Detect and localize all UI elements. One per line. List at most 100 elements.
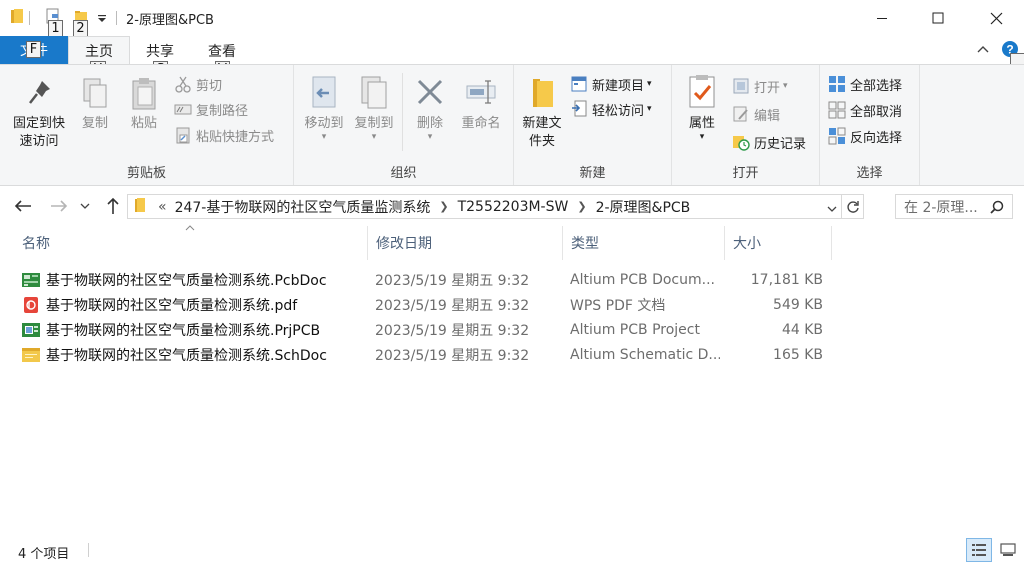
copy-to-button[interactable]: 复制到 ▾ [350,73,398,142]
column-header-size[interactable]: 大小 [725,226,832,260]
copy-button[interactable]: 复制 [74,73,116,133]
file-row[interactable]: 基于物联网的社区空气质量检测系统.PcbDoc 2023/5/19 星期五 9:… [0,267,1024,292]
search-icon[interactable] [990,200,1004,218]
divider [29,11,30,25]
title-bar: 1 2 2-原理图&PCB [0,0,1024,37]
collapse-ribbon-chevron-icon[interactable] [976,43,990,58]
history-button[interactable]: 历史记录 [732,131,806,153]
invert-selection-button[interactable]: 反向选择 [828,125,902,147]
column-headers: 名称 修改日期 类型 大小 [0,225,1024,260]
file-type: Altium PCB Project [570,321,700,338]
scissors-icon [174,75,192,93]
move-to-button[interactable]: 移动到 ▾ [300,73,348,142]
organize-group: 移动到 ▾ 复制到 ▾ 删除 ▾ 重命名 组织 [294,65,514,185]
new-folder-button[interactable]: 新建文件夹 [518,73,566,151]
large-icons-view-icon[interactable] [996,538,1020,562]
paste-shortcut-icon [174,126,192,144]
easy-access-button[interactable]: 轻松访问 ▾ [570,98,652,120]
status-bar: 4 个项目 [0,534,1024,566]
window-title: 2-原理图&PCB [126,13,214,28]
pdf-icon [22,296,40,313]
address-bar[interactable]: « 247-基于物联网的社区空气质量监测系统 ❯ T2552203M-SW ❯ … [127,194,864,219]
file-date: 2023/5/19 星期五 9:32 [375,347,530,364]
folder-icon [10,8,24,28]
properties-button[interactable]: 属性 ▾ [678,73,726,142]
file-date: 2023/5/19 星期五 9:32 [375,297,530,314]
new-item-chevron-icon: ▾ [647,79,652,89]
organize-group-label: 组织 [390,166,417,181]
customize-qa-chevron-icon[interactable] [97,13,107,28]
breadcrumb-item[interactable]: 247-基于物联网的社区空气质量监测系统 [175,197,431,217]
select-all-icon [828,75,846,93]
select-group: 全部选择 全部取消 反向选择 选择 [820,65,920,185]
breadcrumb-overflow[interactable]: « [158,199,167,215]
new-folder-icon [525,73,559,113]
select-none-icon [828,101,846,119]
ribbon-tabs: 文件 F 主页 H 共享 S 查看 V ? [0,36,1024,78]
open-icon [732,77,750,95]
pcb-doc-icon [22,272,40,288]
delete-button[interactable]: 删除 ▾ [408,73,452,142]
cut-button[interactable]: 剪切 [174,73,222,95]
breadcrumb-item[interactable]: T2552203M-SW [458,199,569,215]
search-input[interactable]: 在 2-原理... [895,194,1013,219]
copy-path-button[interactable]: 复制路径 [174,98,248,120]
navigation-bar: « 247-基于物联网的社区空气质量监测系统 ❯ T2552203M-SW ❯ … [0,186,1024,226]
back-button[interactable] [12,194,34,218]
close-button[interactable] [968,0,1024,36]
up-button[interactable] [102,194,124,218]
file-date: 2023/5/19 星期五 9:32 [375,322,530,339]
item-count: 4 个项目 [18,547,70,562]
edit-button[interactable]: 编辑 [732,103,780,125]
file-row[interactable]: 基于物联网的社区空气质量检测系统.PrjPCB 2023/5/19 星期五 9:… [0,317,1024,342]
paste-button[interactable]: 粘贴 [122,73,166,133]
new-group-label: 新建 [579,166,606,181]
pin-icon [22,73,56,113]
delete-chevron-icon: ▾ [427,132,433,142]
file-name: 基于物联网的社区空气质量检测系统.PcbDoc [46,272,327,289]
recent-locations-chevron-icon[interactable] [78,194,92,218]
file-row[interactable]: 基于物联网的社区空气质量检测系统.SchDoc 2023/5/19 星期五 9:… [0,342,1024,367]
properties-icon [685,73,719,113]
easy-access-icon [570,100,588,118]
column-header-date[interactable]: 修改日期 [368,226,563,260]
select-none-button[interactable]: 全部取消 [828,99,902,121]
minimize-button[interactable] [854,0,910,36]
breadcrumb-item[interactable]: 2-原理图&PCB [596,197,691,217]
address-dropdown-chevron-icon[interactable] [827,201,837,217]
open-group: 属性 ▾ 打开 ▾ 编辑 历史记录 打开 [672,65,820,185]
maximize-button[interactable] [910,0,966,36]
rename-button[interactable]: 重命名 [454,73,508,133]
rename-icon [464,73,498,113]
copy-to-chevron-icon: ▾ [371,132,377,142]
forward-button[interactable] [48,194,70,218]
easy-access-chevron-icon: ▾ [647,104,652,114]
refresh-icon[interactable] [841,195,863,218]
file-size: 17,181 KB [750,271,823,288]
details-view-icon[interactable] [966,538,992,562]
file-type: Altium PCB Docum... [570,271,715,288]
divider [116,11,117,25]
file-size: 165 KB [773,346,823,363]
file-name: 基于物联网的社区空气质量检测系统.PrjPCB [46,322,321,339]
breadcrumb-separator-icon[interactable]: ❯ [439,200,448,213]
properties-chevron-icon: ▾ [699,132,705,142]
copy-icon [78,73,112,113]
file-type: WPS PDF 文档 [570,297,666,314]
new-item-button[interactable]: 新建项目 ▾ [570,73,652,95]
file-row[interactable]: 基于物联网的社区空气质量检测系统.pdf 2023/5/19 星期五 9:32 … [0,292,1024,317]
column-header-type[interactable]: 类型 [563,226,725,260]
file-size: 44 KB [781,321,823,338]
column-header-name[interactable]: 名称 [14,226,368,260]
folder-icon [134,197,146,217]
pin-quick-access-button[interactable]: 固定到快速访问 [6,73,72,151]
new-group: 新建文件夹 新建项目 ▾ 轻松访问 ▾ 新建 [514,65,672,185]
keytip-file: F [26,41,41,58]
breadcrumb-separator-icon[interactable]: ❯ [577,200,586,213]
ribbon-home: 固定到快速访问 复制 粘贴 剪切 复制路径 粘贴快捷方式 剪贴板 移动到 ▾ 复… [0,64,1024,186]
clipboard-group-label: 剪贴板 [126,166,166,181]
pcb-project-icon [22,322,40,338]
open-button[interactable]: 打开 ▾ [732,75,788,97]
paste-shortcut-button[interactable]: 粘贴快捷方式 [174,124,274,146]
select-all-button[interactable]: 全部选择 [828,73,902,95]
